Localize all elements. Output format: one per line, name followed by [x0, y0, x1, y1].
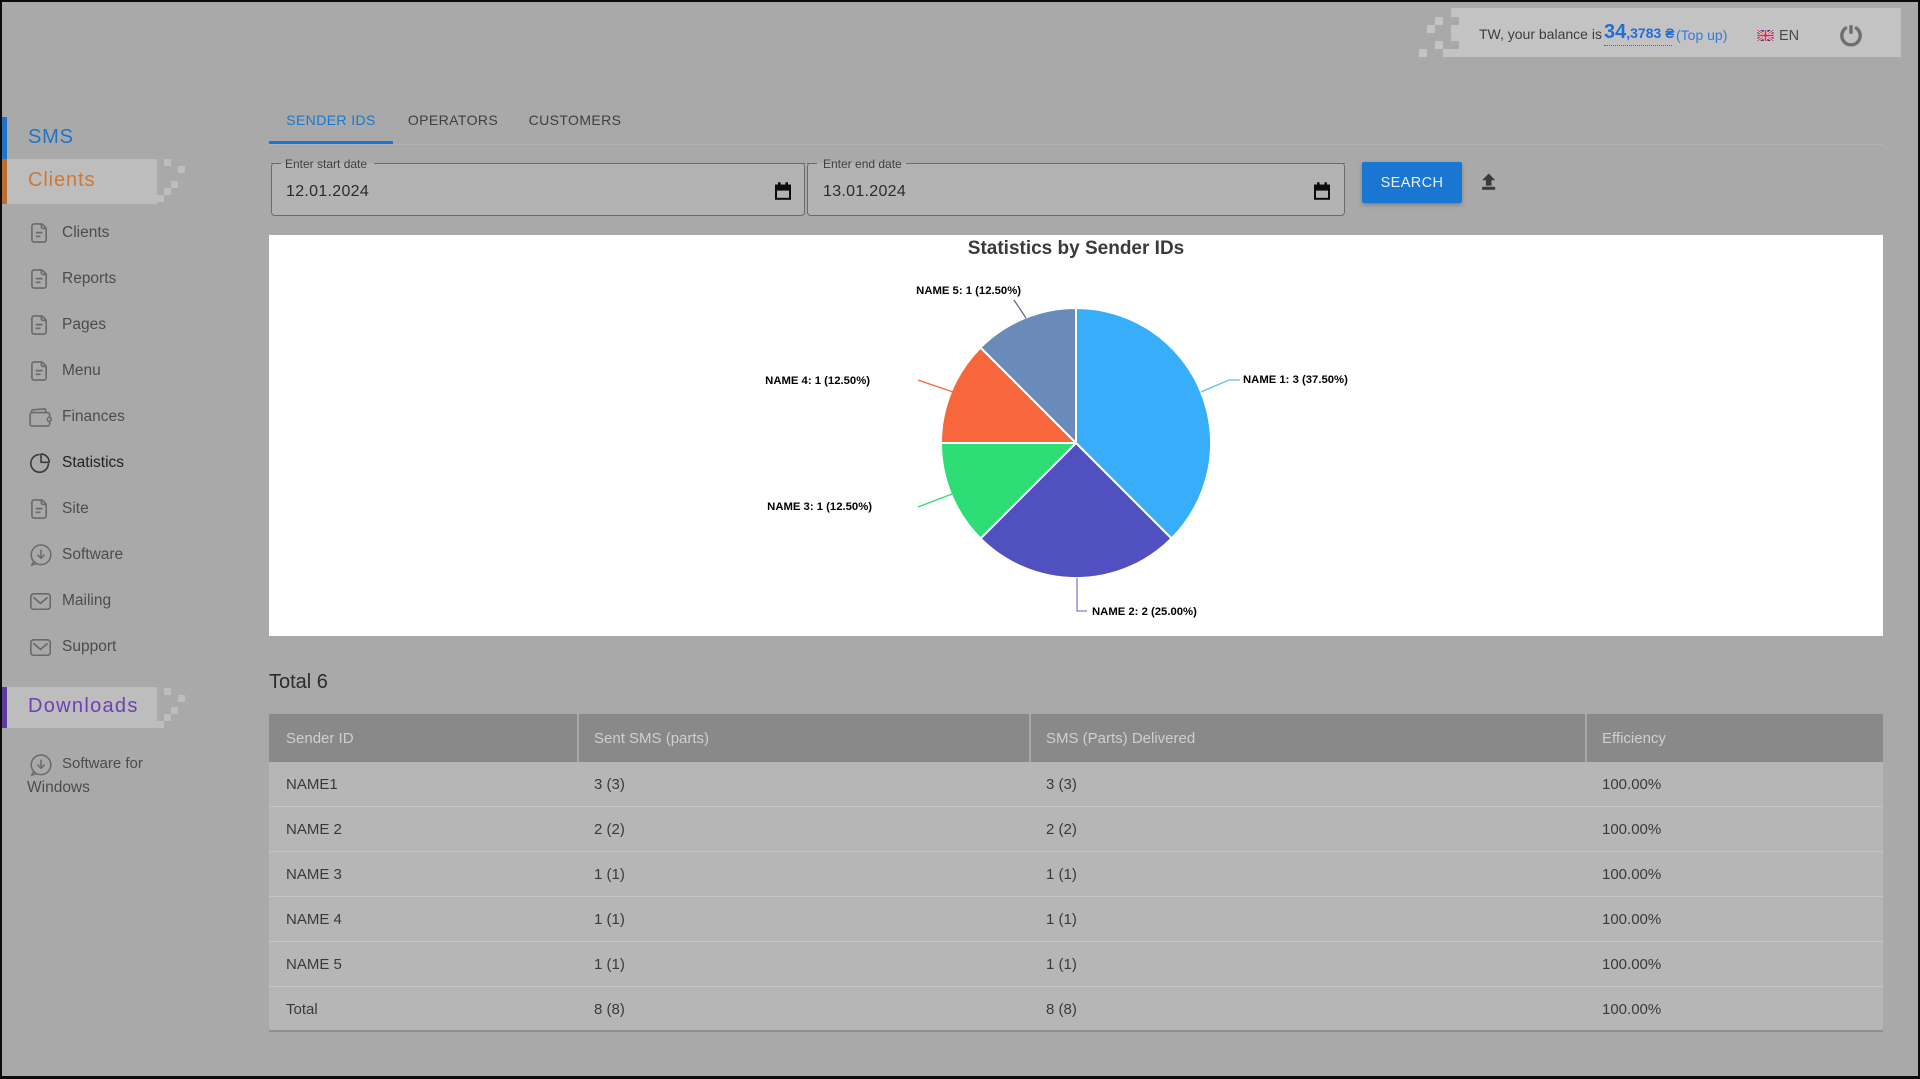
svg-text:NAME 1: 3 (37.50%): NAME 1: 3 (37.50%) — [1243, 374, 1348, 386]
svg-text:NAME 4: 1 (12.50%): NAME 4: 1 (12.50%) — [765, 375, 870, 387]
svg-text:NAME 5: 1 (12.50%): NAME 5: 1 (12.50%) — [916, 285, 1021, 297]
svg-text:NAME 3: 1 (12.50%): NAME 3: 1 (12.50%) — [767, 501, 872, 513]
svg-text:NAME 2: 2 (25.00%): NAME 2: 2 (25.00%) — [1092, 606, 1197, 618]
